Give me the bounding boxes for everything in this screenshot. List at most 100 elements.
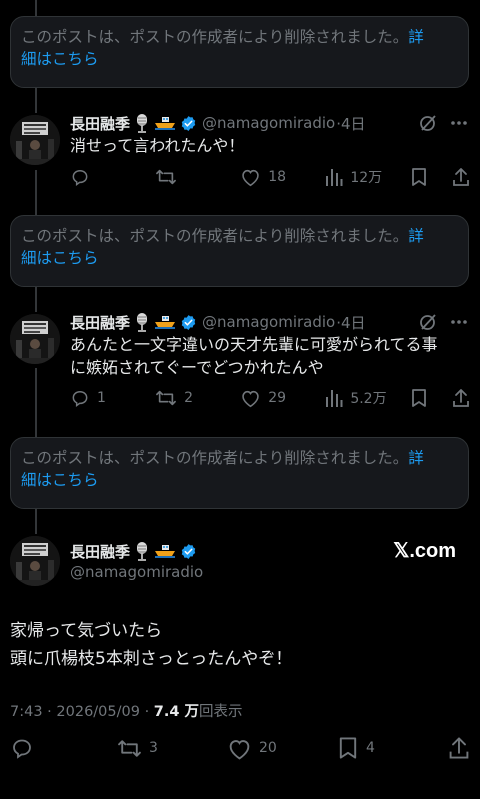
deleted-post-notice: このポストは、ポストの作成者により削除されました。詳 細はこちら [10,437,469,509]
author-name[interactable]: 長田融季 [70,541,130,562]
thread-line [35,368,37,437]
repost-button[interactable] [155,167,240,187]
avatar[interactable] [10,314,60,364]
reply-icon [70,388,90,408]
repost-icon [117,737,142,760]
author-handle[interactable]: @namagomiradio [202,114,335,132]
tweet-time[interactable]: ·4日 [336,113,365,134]
tweet-header: 長田融季 @namagomiradio ·4日 [70,111,366,135]
main-tweet-actions: 3 20 4 [10,736,470,760]
views-icon [325,167,343,187]
details-link[interactable]: 細はこちら [21,249,99,267]
views-button[interactable]: 5.2万 [325,388,410,408]
tweet-timestamp: 7:43 · 2026/05/09 · 7.4 万回表示 [10,700,243,721]
tweet-text: 消せって言われたんや！ [70,136,245,155]
avatar[interactable] [10,115,60,165]
reply-icon [70,167,90,187]
author-name[interactable]: 長田融季 [70,312,130,333]
reply-icon [10,736,34,760]
author-handle[interactable]: @namagomiradio [202,313,335,331]
like-count: 18 [268,169,287,185]
thread-line [35,0,37,16]
mic-emoji-icon [135,312,149,332]
tweet-tools [418,113,468,133]
tweet-tools [418,312,468,332]
reply-count: 1 [97,390,106,406]
bookmark-button[interactable] [410,388,452,408]
deleted-notice-text: このポストは、ポストの作成者により削除されました。 [21,28,409,46]
reply-button[interactable] [70,167,155,187]
reply-button[interactable] [10,736,117,760]
thread-line [35,287,37,312]
thread-line [35,509,37,534]
tweet-text: あんたと一文字違いの天才先輩に可愛がられてる事 に嫉妬されてぐーでどつかれたんや [70,333,465,379]
views-suffix: 回表示 [199,704,243,720]
avatar[interactable] [10,536,60,586]
bookmark-icon [337,736,359,760]
like-button[interactable]: 29 [240,388,325,408]
views-bold: 7.4 万 [153,704,200,720]
deleted-notice-text: このポストは、ポストの作成者により削除されました。 [21,449,409,467]
verified-badge-icon [180,115,197,132]
grok-icon[interactable] [418,113,438,133]
share-button[interactable] [452,388,470,408]
boat-emoji-icon [154,314,176,330]
more-icon[interactable] [450,120,468,126]
views-icon [325,388,343,408]
like-icon [240,167,261,187]
tweet-text-line: 家帰って気づいたら [10,621,163,641]
details-link[interactable]: 細はこちら [21,50,99,68]
share-icon [448,736,470,760]
tweet-text-line: あんたと一文字違いの天才先輩に可愛がられてる事 [70,335,438,354]
repost-count: 3 [149,740,158,756]
share-icon [452,388,470,408]
repost-button[interactable]: 3 [117,737,227,760]
like-count: 29 [268,390,287,406]
details-link[interactable]: 詳 [408,227,424,245]
like-button[interactable]: 20 [227,737,337,760]
tweet-header: 長田融季 [70,539,197,563]
grok-icon[interactable] [418,312,438,332]
bookmark-icon [410,167,428,187]
verified-badge-icon [180,543,197,560]
details-link[interactable]: 詳 [408,28,424,46]
share-button[interactable] [448,736,470,760]
author-name[interactable]: 長田融季 [70,113,130,134]
reply-button[interactable]: 1 [70,388,155,408]
like-count: 20 [259,740,277,756]
tweet-text-line: 頭に爪楊枝5本刺さっとったんやぞ！ [10,649,293,669]
tweet-header: 長田融季 @namagomiradio ·4日 [70,310,366,334]
timestamp-text[interactable]: 7:43 · 2026/05/09 · [10,704,154,720]
thread-line [35,170,37,215]
deleted-notice-text: このポストは、ポストの作成者により削除されました。 [21,227,409,245]
boat-emoji-icon [154,115,176,131]
boat-emoji-icon [154,543,176,559]
tweet-time[interactable]: ·4日 [336,312,365,333]
bookmark-icon [410,388,428,408]
share-icon [452,167,470,187]
thread-line [35,88,37,113]
details-link[interactable]: 詳 [408,449,424,467]
deleted-post-notice: このポストは、ポストの作成者により削除されました。詳 細はこちら [10,16,469,88]
more-icon[interactable] [450,319,468,325]
mic-emoji-icon [135,113,149,133]
repost-icon [155,388,177,408]
tweet-actions: 18 12万 [70,166,470,188]
mic-emoji-icon [135,541,149,561]
repost-button[interactable]: 2 [155,388,240,408]
views-button[interactable]: 12万 [325,167,410,187]
tweet-text-line: に嫉妬されてぐーでどつかれたんや [70,358,324,377]
tweet-actions: 1 2 29 5.2万 [70,387,470,409]
like-button[interactable]: 18 [240,167,325,187]
author-handle[interactable]: @namagomiradio [70,563,203,581]
bookmark-count: 4 [366,740,375,756]
like-icon [227,737,252,760]
main-tweet-text: 家帰って気づいたら 頭に爪楊枝5本刺さっとったんやぞ！ [10,617,292,673]
share-button[interactable] [452,167,470,187]
like-icon [240,388,261,408]
bookmark-button[interactable]: 4 [337,736,448,760]
views-count: 12万 [350,170,383,186]
details-link[interactable]: 細はこちら [21,471,99,489]
deleted-post-notice: このポストは、ポストの作成者により削除されました。詳 細はこちら [10,215,469,287]
bookmark-button[interactable] [410,167,452,187]
